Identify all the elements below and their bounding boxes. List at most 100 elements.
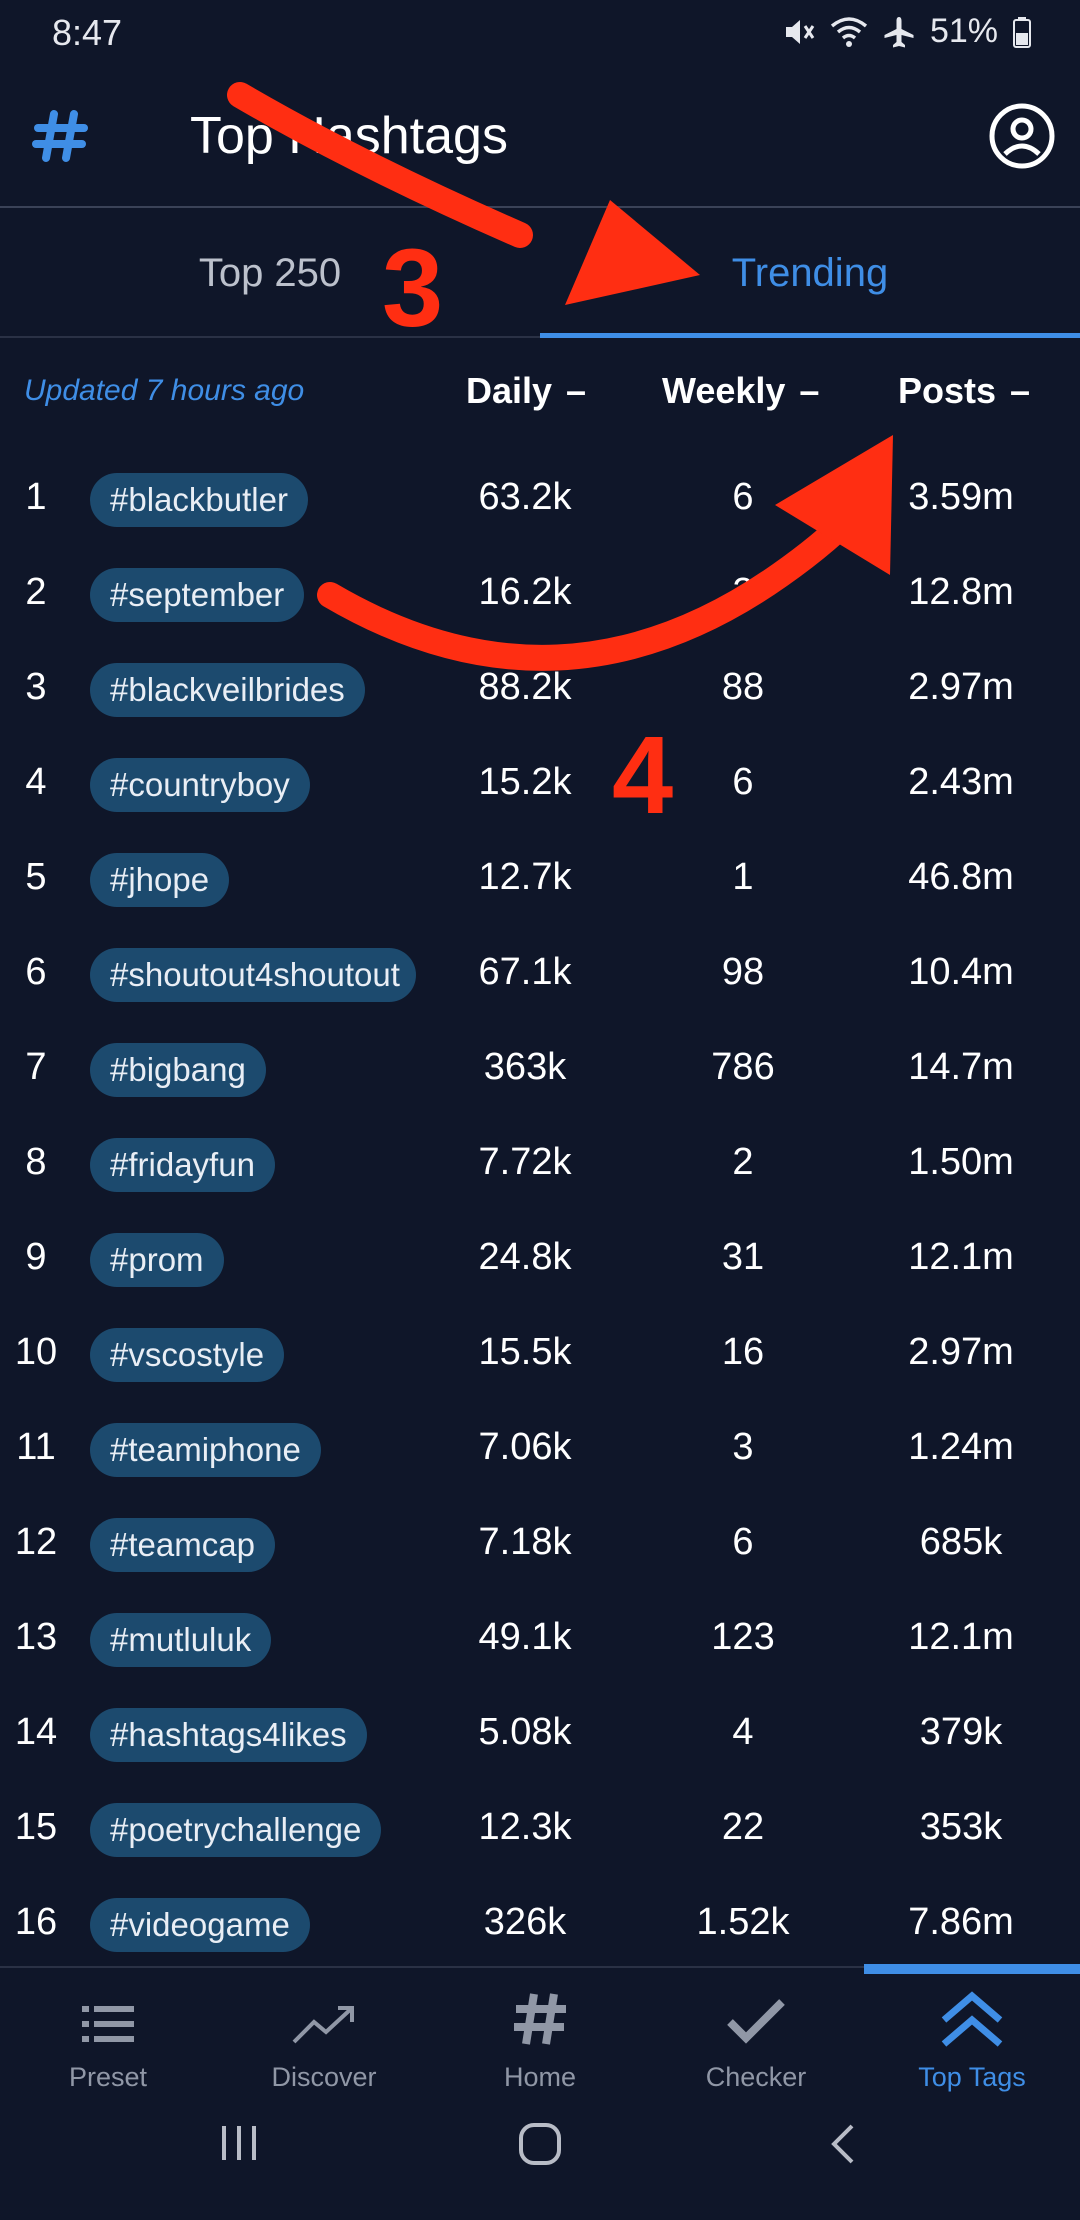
rank: 5 (25, 856, 47, 898)
table-row[interactable]: 13 #mutluluk 49.1k 123 12.1m (0, 1592, 1080, 1687)
account-icon[interactable] (988, 102, 1056, 170)
weekly-value: 123 (711, 1616, 775, 1658)
daily-value: 15.5k (478, 1331, 572, 1373)
hashtag-chip[interactable]: #prom (90, 1233, 224, 1287)
weekly-value: 98 (721, 951, 765, 993)
sort-weekly[interactable]: Weekly – (662, 370, 819, 412)
sort-indicator: – (799, 370, 820, 411)
daily-value: 24.8k (478, 1236, 572, 1278)
nav-preset[interactable]: Preset (0, 1968, 216, 2092)
tab-trending[interactable]: Trending (540, 208, 1080, 338)
table-row[interactable]: 4 #countryboy 15.2k 6 2.43m (0, 737, 1080, 832)
battery-percent: 51% (929, 12, 998, 50)
weekly-value: 16 (721, 1331, 765, 1373)
tab-top-250[interactable]: Top 250 (0, 208, 540, 338)
airplane-icon (884, 16, 914, 47)
posts-value: 10.4m (908, 951, 1014, 993)
hashtag-chip[interactable]: #mutluluk (90, 1613, 272, 1667)
weekly-value: 88 (721, 666, 765, 708)
trending-up-icon (292, 2006, 354, 2044)
daily-value: 49.1k (478, 1616, 572, 1658)
column-header: Updated 7 hours ago Daily – Weekly – Pos… (0, 338, 1080, 448)
daily-value: 67.1k (478, 951, 572, 993)
hashtag-chip[interactable]: #shoutout4shoutout (90, 948, 416, 1002)
status-icons: 51% (782, 12, 1032, 51)
table-row[interactable]: 14 #hashtags4likes 5.08k 4 379k (0, 1687, 1080, 1782)
sort-daily[interactable]: Daily – (466, 370, 586, 412)
table-row[interactable]: 11 #teamiphone 7.06k 3 1.24m (0, 1402, 1080, 1497)
daily-value: 12.7k (478, 856, 572, 898)
hashtag-chip[interactable]: #countryboy (90, 758, 310, 812)
back-icon[interactable] (828, 2122, 858, 2166)
table-row[interactable]: 3 #blackveilbrides 88.2k 88 2.97m (0, 642, 1080, 737)
posts-value: 2.97m (908, 1331, 1014, 1373)
posts-value: 7.86m (908, 1901, 1014, 1943)
list-icon (82, 2006, 134, 2042)
wifi-icon (830, 16, 868, 47)
table-row[interactable]: 6 #shoutout4shoutout 67.1k 98 10.4m (0, 927, 1080, 1022)
table-row[interactable]: 5 #jhope 12.7k 1 46.8m (0, 832, 1080, 927)
daily-value: 88.2k (478, 666, 572, 708)
hashtag-chip[interactable]: #jhope (90, 853, 230, 907)
home-button-icon[interactable] (518, 2122, 562, 2166)
weekly-value: 2 (732, 1141, 754, 1183)
weekly-value: 22 (721, 1806, 765, 1848)
recent-apps-icon[interactable] (218, 2122, 260, 2164)
hashtag-chip[interactable]: #fridayfun (90, 1138, 275, 1192)
weekly-value: 4 (732, 1711, 754, 1753)
daily-value: 15.2k (478, 761, 572, 803)
rank: 4 (25, 761, 47, 803)
hashtag-icon (514, 1993, 566, 2045)
mute-icon (785, 19, 815, 44)
rank: 1 (25, 476, 47, 518)
daily-value: 7.72k (478, 1141, 572, 1183)
app-bar: Top Hashtags (0, 66, 1080, 208)
bottom-nav: Preset Discover Home Checker Top Tags (0, 1964, 1080, 2092)
nav-top-tags[interactable]: Top Tags (864, 1968, 1080, 2092)
table-row[interactable]: 2 #september 16.2k 2 12.8m (0, 547, 1080, 642)
table-row[interactable]: 15 #poetrychallenge 12.3k 22 353k (0, 1782, 1080, 1877)
hashtag-chip[interactable]: #poetrychallenge (90, 1803, 382, 1857)
hashtag-chip[interactable]: #bigbang (90, 1043, 266, 1097)
posts-value: 14.7m (908, 1046, 1014, 1088)
table-row[interactable]: 7 #bigbang 363k 786 14.7m (0, 1022, 1080, 1117)
hashtag-chip[interactable]: #teamcap (90, 1518, 275, 1572)
system-nav-bar (0, 2086, 1080, 2220)
rank: 10 (14, 1331, 58, 1373)
posts-value: 12.8m (908, 571, 1014, 613)
daily-value: 363k (483, 1046, 567, 1088)
battery-icon (1013, 16, 1031, 48)
hashtag-logo-icon (32, 110, 88, 162)
weekly-value: 2 (732, 571, 754, 613)
hashtag-chip[interactable]: #hashtags4likes (90, 1708, 367, 1762)
hashtag-chip[interactable]: #blackbutler (90, 473, 308, 527)
posts-header: Posts (898, 370, 997, 411)
weekly-value: 31 (721, 1236, 765, 1278)
hashtag-chip[interactable]: #september (90, 568, 305, 622)
daily-value: 63.2k (478, 476, 572, 518)
table-row[interactable]: 12 #teamcap 7.18k 6 685k (0, 1497, 1080, 1592)
weekly-header: Weekly (662, 370, 786, 411)
sort-posts[interactable]: Posts – (898, 370, 1030, 412)
table-row[interactable]: 9 #prom 24.8k 31 12.1m (0, 1212, 1080, 1307)
table-row[interactable]: 16 #videogame 326k 1.52k 7.86m (0, 1877, 1080, 1972)
hashtag-chip[interactable]: #teamiphone (90, 1423, 321, 1477)
hashtag-chip[interactable]: #blackveilbrides (90, 663, 365, 717)
hashtag-chip[interactable]: #vscostyle (90, 1328, 285, 1382)
rank: 6 (25, 951, 47, 993)
weekly-value: 786 (711, 1046, 775, 1088)
nav-home[interactable]: Home (432, 1968, 648, 2092)
rank: 16 (14, 1901, 58, 1943)
chevrons-up-icon (941, 1991, 1003, 2047)
table-row[interactable]: 10 #vscostyle 15.5k 16 2.97m (0, 1307, 1080, 1402)
posts-value: 3.59m (908, 476, 1014, 518)
page-title: Top Hashtags (190, 107, 508, 165)
hashtag-chip[interactable]: #videogame (90, 1898, 310, 1952)
table-row[interactable]: 8 #fridayfun 7.72k 2 1.50m (0, 1117, 1080, 1212)
nav-discover[interactable]: Discover (216, 1968, 432, 2092)
weekly-value: 1 (732, 856, 754, 898)
posts-value: 379k (919, 1711, 1003, 1753)
table-row[interactable]: 1 #blackbutler 63.2k 6 3.59m (0, 452, 1080, 547)
nav-checker[interactable]: Checker (648, 1968, 864, 2092)
updated-label: Updated 7 hours ago (24, 374, 305, 407)
